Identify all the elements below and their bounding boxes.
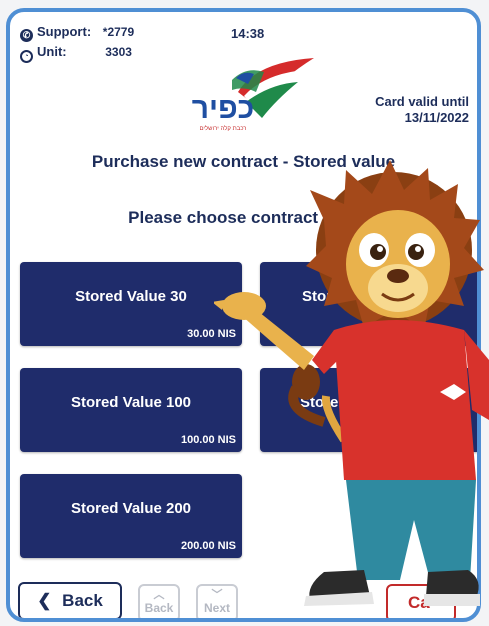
contract-tile-stored-value-30[interactable]: Stored Value 30 30.00 NIS xyxy=(20,262,242,346)
contract-tile-stored-value-100[interactable]: Stored Value 100 100.00 NIS xyxy=(20,368,242,452)
support-line: ✆ Support: *2779 xyxy=(20,24,134,42)
unit-value: 3303 xyxy=(105,45,132,59)
lion-mascot-icon xyxy=(214,160,489,606)
gauge-icon: ◔ xyxy=(20,50,33,63)
card-validity: Card valid until 13/11/2022 xyxy=(375,94,469,126)
contract-tile-stored-value-200[interactable]: Stored Value 200 200.00 NIS xyxy=(20,474,242,558)
tile-name: Stored Value 100 xyxy=(70,394,192,411)
logo-tagline: רכבת קלה ירושלים xyxy=(199,126,247,132)
nav-back-label: Back xyxy=(144,601,174,615)
tile-name: Stored Value 30 xyxy=(75,288,187,305)
tile-name: Stored Value 200 xyxy=(70,500,192,517)
support-label: Support: xyxy=(37,24,92,39)
nav-back-button[interactable]: ︿ Back xyxy=(138,584,180,618)
chevron-up-icon: ︿ xyxy=(153,589,165,601)
back-button[interactable]: ❮ Back xyxy=(18,582,122,618)
unit-line: ◔ Unit: 3303 xyxy=(20,44,132,63)
unit-label: Unit: xyxy=(37,44,67,59)
phone-icon: ✆ xyxy=(20,29,33,42)
card-valid-label: Card valid until xyxy=(375,94,469,109)
kfir-logo: כפיר רכבת קלה ירושלים xyxy=(186,56,326,136)
support-value: *2779 xyxy=(102,25,135,39)
chevron-left-icon: ❮ xyxy=(37,591,52,610)
back-button-label: Back xyxy=(62,591,103,610)
card-valid-date: 13/11/2022 xyxy=(404,110,469,125)
logo-wordmark: כפיר xyxy=(191,92,255,125)
clock-time: 14:38 xyxy=(231,26,265,41)
